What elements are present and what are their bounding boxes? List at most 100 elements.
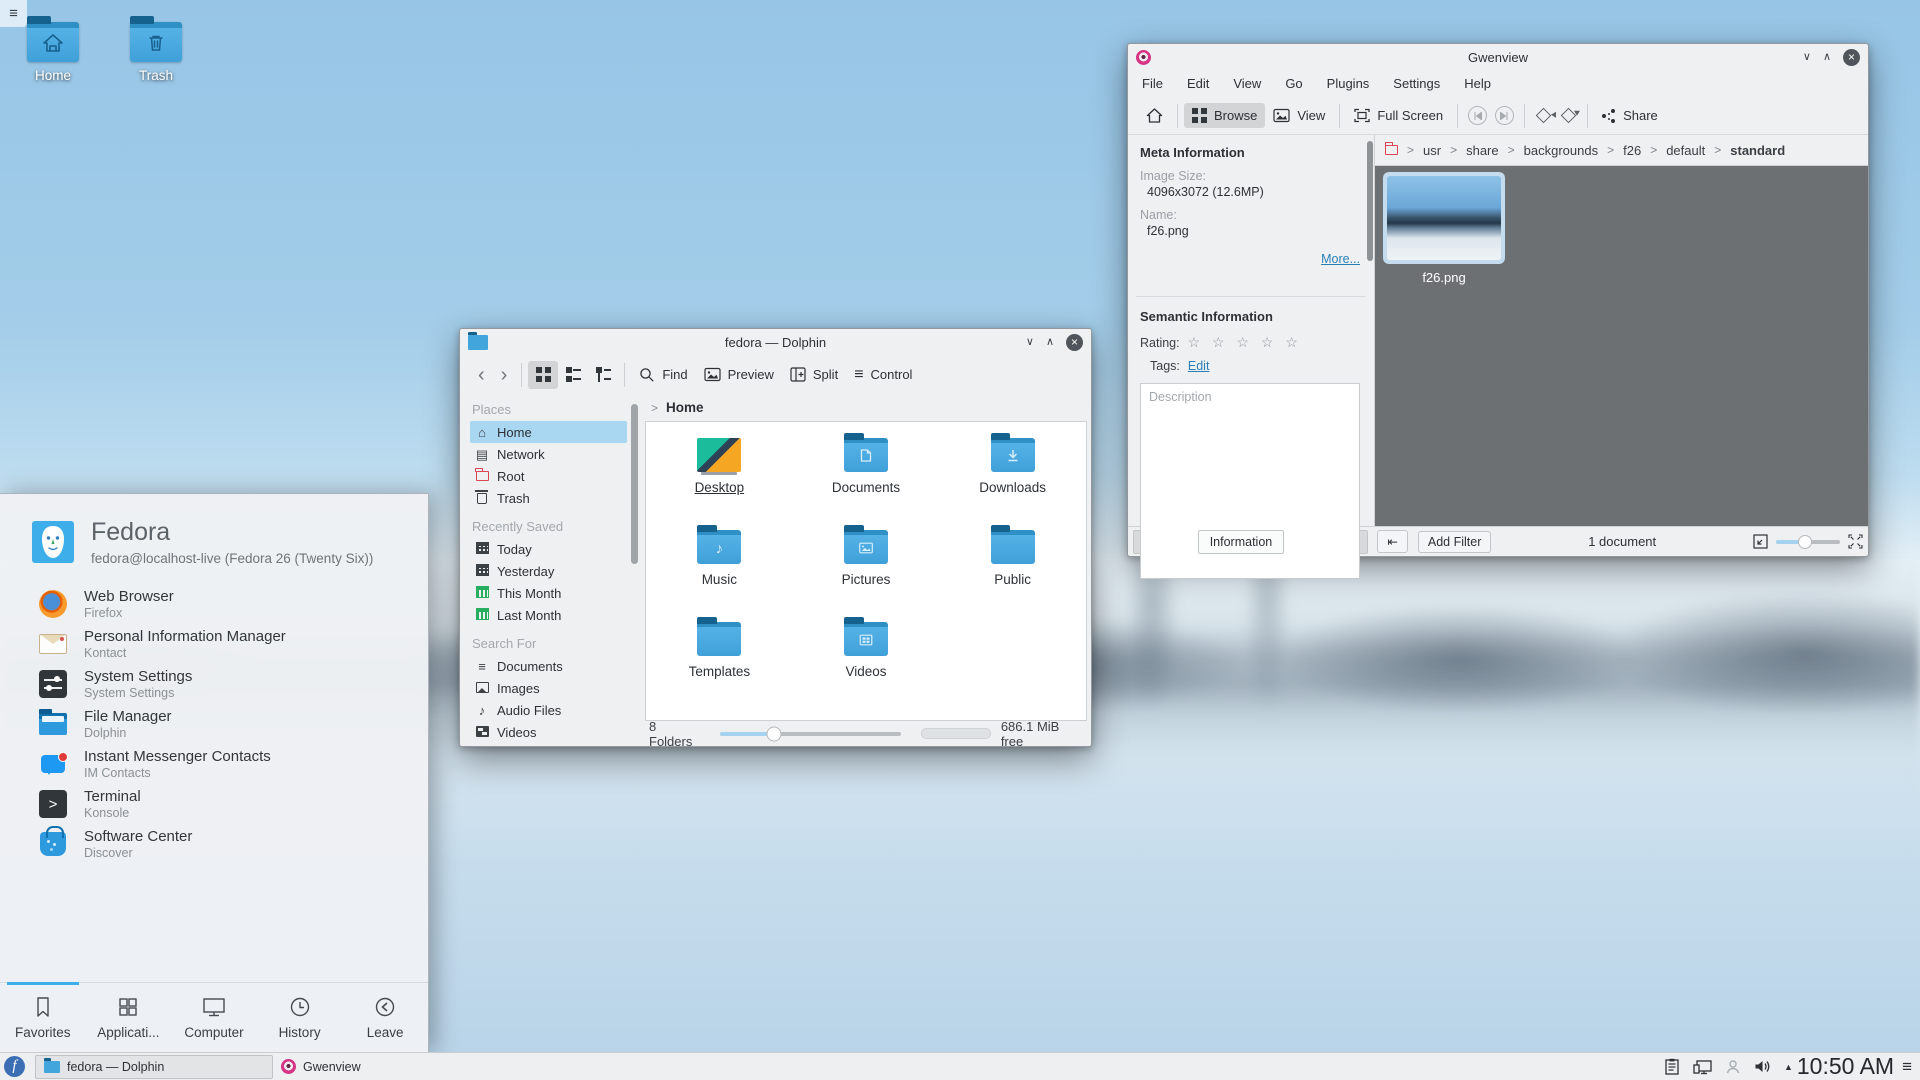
first-image-button[interactable] — [1468, 106, 1487, 125]
more-link[interactable]: More... — [1140, 252, 1360, 266]
menu-help[interactable]: Help — [1464, 76, 1491, 91]
details-view-button[interactable] — [588, 361, 618, 389]
app-pim[interactable]: Personal Information ManagerKontact — [0, 624, 428, 664]
thumbnail-f26[interactable] — [1383, 172, 1505, 264]
zoom-slider-knob[interactable] — [1798, 535, 1812, 549]
full-screen-button[interactable]: Full Screen — [1346, 103, 1451, 128]
place-images[interactable]: Images — [470, 677, 627, 699]
place-today[interactable]: Today — [470, 538, 627, 560]
forward-button[interactable]: › — [493, 365, 516, 385]
gwenview-titlebar[interactable]: Gwenview ∨ ∧ × — [1128, 44, 1868, 70]
place-home[interactable]: ⌂Home — [470, 421, 627, 443]
place-last-month[interactable]: Last Month — [470, 604, 627, 626]
home-button[interactable] — [1138, 103, 1171, 128]
folder-item-documents[interactable]: Documents — [793, 432, 940, 524]
tab-leave[interactable]: Leave — [342, 983, 428, 1052]
toggle-sidebar-button[interactable]: ⇤ — [1377, 530, 1407, 553]
app-im-contacts[interactable]: Instant Messenger ContactsIM Contacts — [0, 744, 428, 784]
dolphin-titlebar[interactable]: fedora — Dolphin ∨ ∧ × — [460, 329, 1091, 355]
desktop-icon-home[interactable]: Home — [9, 22, 97, 83]
place-yesterday[interactable]: Yesterday — [470, 560, 627, 582]
menu-go[interactable]: Go — [1285, 76, 1302, 91]
menu-plugins[interactable]: Plugins — [1327, 76, 1370, 91]
place-trash[interactable]: Trash — [470, 487, 627, 509]
user-status-icon[interactable] — [1725, 1059, 1741, 1075]
folder-item-pictures[interactable]: Pictures — [793, 524, 940, 616]
view-button[interactable]: View — [1265, 103, 1333, 128]
app-web-browser[interactable]: Web BrowserFirefox — [0, 584, 428, 624]
place-audio-files[interactable]: ♪Audio Files — [470, 699, 627, 721]
folder-item-music[interactable]: ♪ Music — [646, 524, 793, 616]
folder-item-desktop[interactable]: Desktop — [646, 432, 793, 524]
breadcrumb-share[interactable]: share — [1466, 143, 1499, 158]
browse-button[interactable]: Browse — [1184, 103, 1265, 128]
tags-edit-link[interactable]: Edit — [1188, 359, 1210, 373]
menu-file[interactable]: File — [1142, 76, 1163, 91]
folder-item-videos[interactable]: Videos — [793, 616, 940, 708]
split-button[interactable]: Split — [782, 362, 846, 387]
close-icon[interactable]: × — [1066, 334, 1083, 351]
maximize-icon[interactable]: ∧ — [1046, 337, 1054, 348]
control-button[interactable]: ≡ Control — [846, 362, 920, 388]
tab-history[interactable]: History — [257, 983, 343, 1052]
find-button[interactable]: Find — [631, 362, 695, 388]
minimize-icon[interactable]: ∨ — [1803, 52, 1811, 63]
user-avatar[interactable] — [32, 521, 74, 563]
tab-information[interactable]: Information — [1198, 530, 1285, 554]
place-videos[interactable]: Videos — [470, 721, 627, 743]
desktop-icon-trash[interactable]: Trash — [112, 22, 200, 83]
places-scrollbar[interactable] — [631, 404, 638, 564]
rating-stars[interactable]: ☆ ☆ ☆ ☆ ☆ — [1188, 334, 1302, 351]
rotate-left-icon[interactable] — [1536, 108, 1552, 124]
taskbar-clock[interactable]: 10:50 AM — [1797, 1053, 1894, 1080]
place-documents[interactable]: ≡Documents — [470, 655, 627, 677]
breadcrumb-default[interactable]: default — [1666, 143, 1705, 158]
breadcrumb-backgrounds[interactable]: backgrounds — [1524, 143, 1598, 158]
breadcrumb-standard[interactable]: standard — [1730, 143, 1785, 158]
place-network[interactable]: ▤Network — [470, 443, 627, 465]
tab-computer[interactable]: Computer — [171, 983, 257, 1052]
slider-knob[interactable] — [767, 726, 782, 741]
place-this-month[interactable]: This Month — [470, 582, 627, 604]
last-image-button[interactable] — [1495, 106, 1514, 125]
app-software-center[interactable]: Software CenterDiscover — [0, 824, 428, 864]
menu-edit[interactable]: Edit — [1187, 76, 1209, 91]
share-button[interactable]: Share — [1594, 103, 1666, 128]
compact-view-button[interactable] — [558, 361, 588, 389]
place-root[interactable]: Root — [470, 465, 627, 487]
add-filter-button[interactable]: Add Filter — [1418, 531, 1492, 553]
icon-size-slider[interactable] — [720, 732, 900, 736]
back-button[interactable]: ‹ — [470, 365, 493, 385]
breadcrumb-home[interactable]: Home — [666, 400, 704, 415]
rotate-right-icon[interactable] — [1561, 108, 1577, 124]
app-system-settings[interactable]: System SettingsSystem Settings — [0, 664, 428, 704]
expand-tray-icon[interactable]: ▲ — [1784, 1062, 1793, 1072]
breadcrumb-usr[interactable]: usr — [1423, 143, 1441, 158]
menu-view[interactable]: View — [1233, 76, 1261, 91]
menu-settings[interactable]: Settings — [1393, 76, 1440, 91]
minimize-icon[interactable]: ∨ — [1026, 337, 1034, 348]
application-launcher-button[interactable]: f — [4, 1056, 25, 1077]
preview-button[interactable]: Preview — [696, 362, 782, 387]
maximize-icon[interactable]: ∧ — [1823, 52, 1831, 63]
task-dolphin[interactable]: fedora — Dolphin — [35, 1055, 273, 1079]
folder-item-downloads[interactable]: Downloads — [939, 432, 1086, 524]
clipboard-icon[interactable] — [1664, 1058, 1680, 1075]
panel-settings-icon[interactable]: ≡ — [1902, 1057, 1912, 1077]
folder-item-templates[interactable]: Templates — [646, 616, 793, 708]
task-gwenview[interactable]: Gwenview — [273, 1055, 511, 1079]
breadcrumb-f26[interactable]: f26 — [1623, 143, 1641, 158]
volume-icon[interactable] — [1754, 1059, 1771, 1074]
tab-applications[interactable]: Applicati... — [86, 983, 172, 1052]
app-file-manager[interactable]: File ManagerDolphin — [0, 704, 428, 744]
close-icon[interactable]: × — [1843, 49, 1860, 66]
folder-item-public[interactable]: Public — [939, 524, 1086, 616]
zoom-slider[interactable] — [1776, 540, 1840, 544]
enlarge-icon[interactable] — [1848, 534, 1863, 549]
sidebar-scrollbar[interactable] — [1367, 141, 1373, 261]
app-terminal[interactable]: > TerminalKonsole — [0, 784, 428, 824]
icons-view-button[interactable] — [528, 361, 558, 389]
tab-favorites[interactable]: Favorites — [0, 983, 86, 1052]
device-notifier-icon[interactable] — [1693, 1059, 1712, 1075]
fit-zoom-icon[interactable] — [1753, 534, 1768, 549]
